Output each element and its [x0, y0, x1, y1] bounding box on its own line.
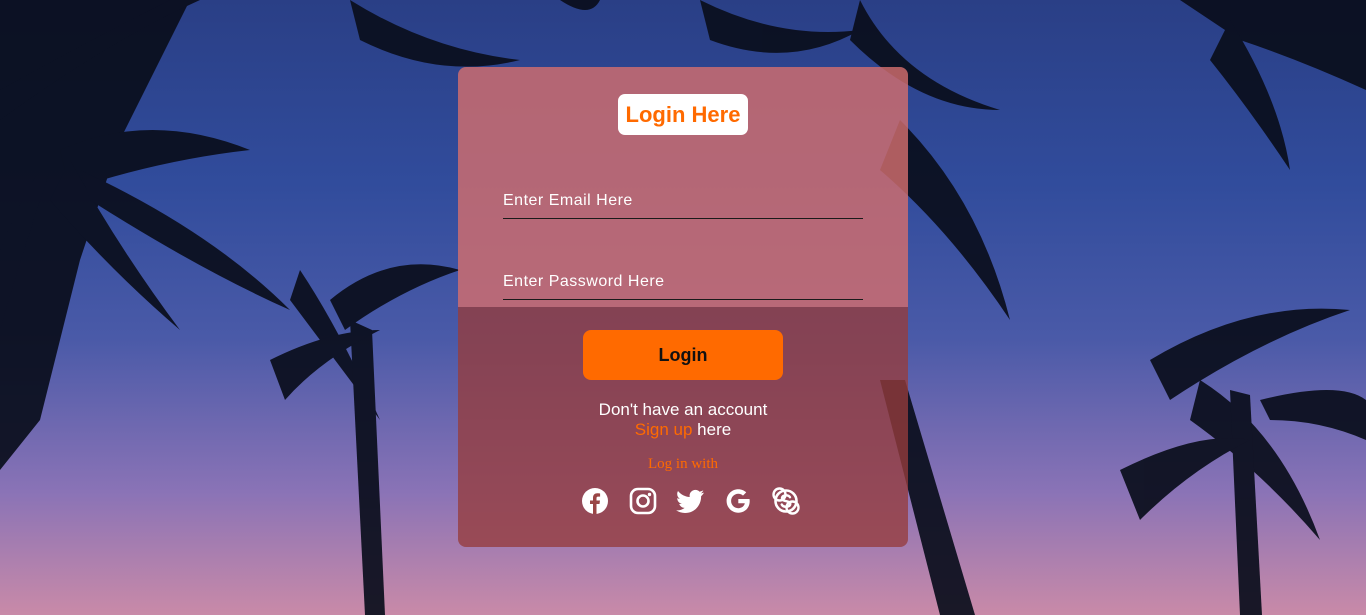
- account-prompt-text: Don't have an account: [598, 400, 768, 419]
- email-input[interactable]: [503, 184, 863, 219]
- instagram-icon[interactable]: [629, 487, 661, 519]
- google-icon[interactable]: [724, 487, 756, 519]
- signup-prompt: Don't have an account Sign up here: [458, 400, 908, 440]
- skype-icon[interactable]: [772, 487, 804, 519]
- login-button[interactable]: Login: [583, 330, 783, 380]
- signup-link[interactable]: Sign up: [635, 420, 693, 439]
- password-input[interactable]: [503, 265, 863, 300]
- login-title: Login Here: [618, 94, 748, 135]
- twitter-icon[interactable]: [676, 487, 708, 519]
- signup-suffix-text: here: [692, 420, 732, 439]
- login-card: Login Here Login Don't have an account S…: [458, 67, 908, 547]
- login-with-label: Log in with: [648, 456, 718, 472]
- facebook-icon[interactable]: [581, 487, 613, 519]
- social-login-row: [578, 487, 803, 519]
